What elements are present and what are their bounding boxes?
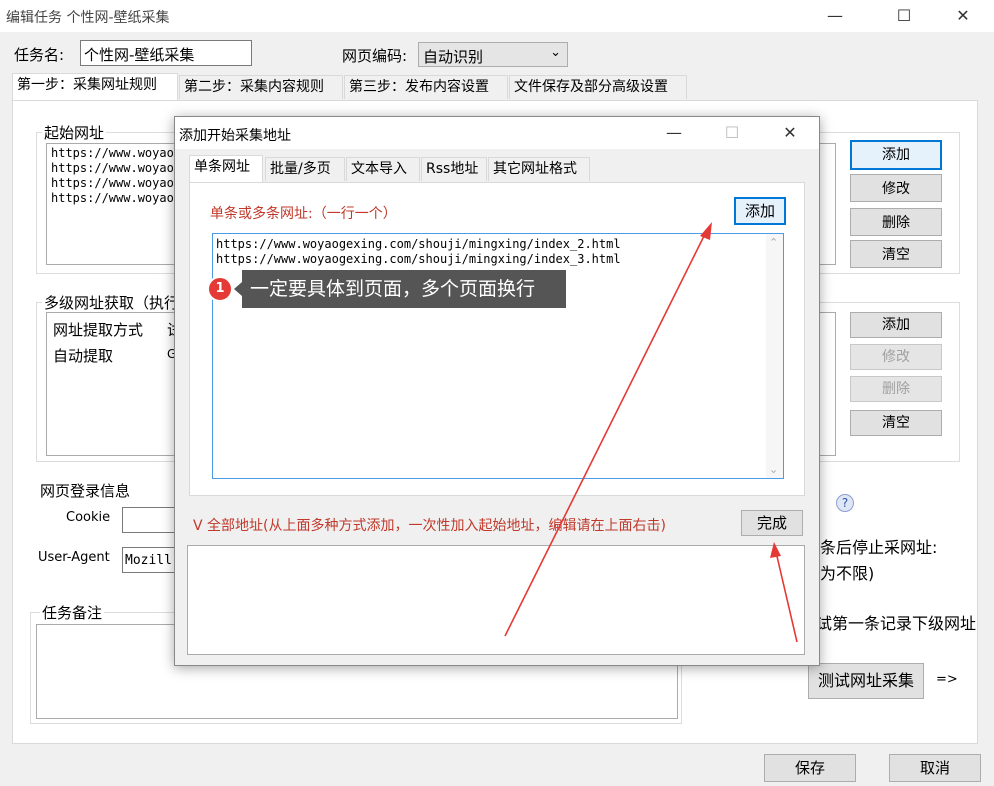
- arrow-head-done: [770, 542, 781, 558]
- arrow-to-done-button: [775, 551, 798, 643]
- arrow-head-add: [700, 222, 712, 240]
- annotation-arrows: [504, 222, 798, 643]
- arrow-to-add-button: [504, 231, 707, 637]
